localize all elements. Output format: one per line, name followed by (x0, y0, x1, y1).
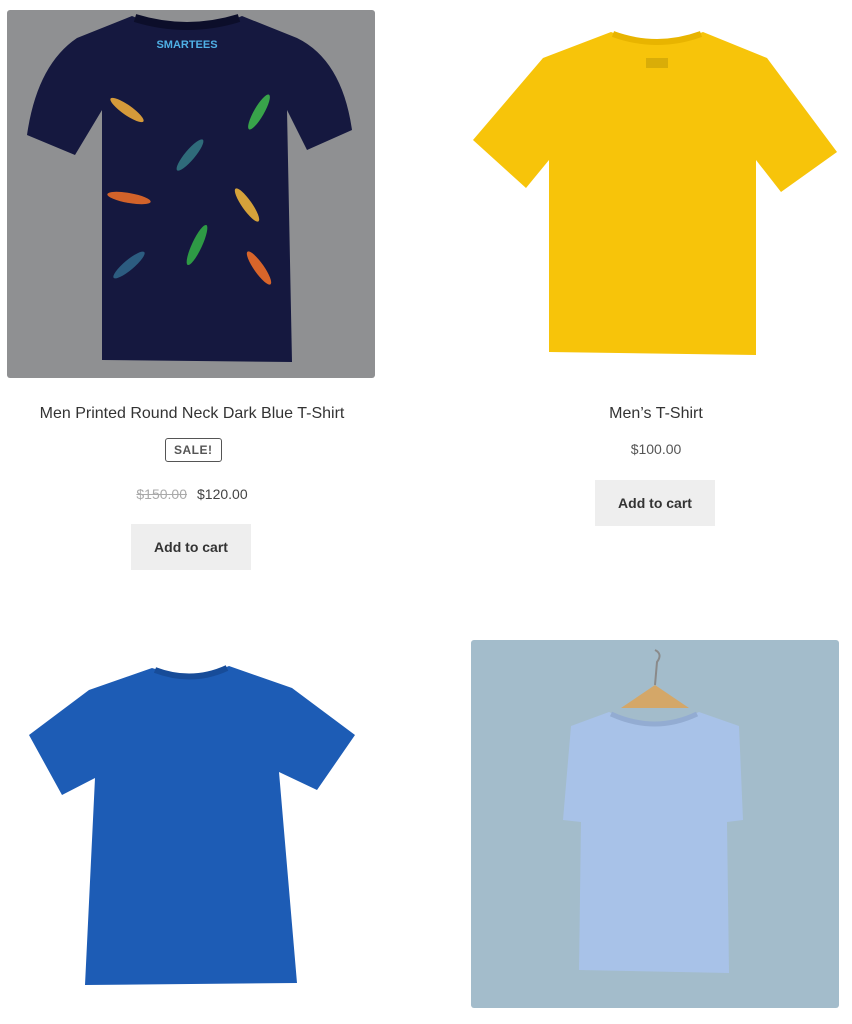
light-blue-tshirt-image (471, 640, 839, 1008)
brand-logo-text: SMARTEES (156, 39, 217, 51)
product-image-dark-blue-tshirt[interactable]: SMARTEES (7, 10, 375, 378)
yellow-tshirt-image (471, 10, 839, 378)
product-image-blue-tshirt[interactable] (7, 640, 375, 1008)
add-to-cart-button[interactable]: Add to cart (595, 480, 715, 526)
sale-badge: SALE! (165, 438, 222, 462)
original-price: $150.00 (136, 486, 187, 502)
sale-price: $120.00 (197, 486, 248, 502)
add-to-cart-button[interactable]: Add to cart (131, 524, 251, 570)
product-price: $100.00 (630, 441, 682, 457)
product-image-yellow-tshirt[interactable] (471, 10, 839, 378)
product-title[interactable]: Men’s T-Shirt (451, 405, 852, 423)
product-price: $150.00 $120.00 (7, 486, 377, 502)
product-image-light-blue-tshirt[interactable] (471, 640, 839, 1008)
blue-tshirt-image (7, 640, 375, 1008)
product-title[interactable]: Men Printed Round Neck Dark Blue T-Shirt (0, 405, 397, 423)
dark-blue-tshirt-image: SMARTEES (7, 10, 375, 378)
